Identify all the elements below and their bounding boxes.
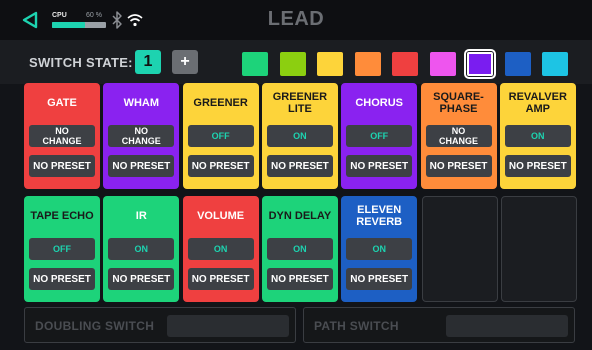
- block-name: GREENER LITE: [272, 91, 328, 115]
- block-state-button[interactable]: OFF: [29, 238, 95, 260]
- color-swatch[interactable]: [464, 49, 496, 79]
- path-switch-control[interactable]: PATH SWITCH: [303, 307, 575, 343]
- block-name: REVALVER AMP: [508, 91, 567, 115]
- block-tile[interactable]: DYN DELAY ON NO PRESET: [261, 196, 338, 302]
- switch-state-label: SWITCH STATE:: [29, 55, 133, 70]
- block-tile[interactable]: CHORUS OFF NO PRESET: [341, 83, 418, 189]
- empty-tile[interactable]: [501, 196, 577, 302]
- block-preset-button[interactable]: NO PRESET: [425, 155, 492, 177]
- block-tile[interactable]: GREENER OFF NO PRESET: [182, 83, 259, 189]
- block-state-button[interactable]: NO CHANGE: [29, 125, 95, 147]
- block-preset-button[interactable]: NO PRESET: [187, 268, 254, 290]
- doubling-switch-control[interactable]: DOUBLING SWITCH: [24, 307, 296, 343]
- block-state-button[interactable]: ON: [504, 125, 571, 147]
- doubling-switch-field[interactable]: [167, 315, 289, 337]
- block-tile[interactable]: IR ON NO PRESET: [103, 196, 180, 302]
- top-bar: CPU 60 % LEAD: [0, 0, 592, 40]
- add-switch-state-button[interactable]: +: [172, 50, 198, 74]
- block-name: VOLUME: [197, 210, 245, 222]
- block-state-button[interactable]: OFF: [187, 125, 254, 147]
- block-tile[interactable]: ELEVEN REVERB ON NO PRESET: [341, 196, 418, 302]
- block-preset-button[interactable]: NO PRESET: [108, 268, 175, 290]
- block-name: TAPE ECHO: [30, 210, 94, 222]
- block-name: DYN DELAY: [268, 210, 332, 222]
- block-tile[interactable]: GATE NO CHANGE NO PRESET: [24, 83, 100, 189]
- color-swatch[interactable]: [279, 52, 306, 76]
- block-name: ELEVEN REVERB: [356, 204, 403, 228]
- block-name: WHAM: [123, 97, 160, 109]
- block-preset-button[interactable]: NO PRESET: [266, 268, 333, 290]
- block-preset-button[interactable]: NO PRESET: [108, 155, 175, 177]
- doubling-switch-label: DOUBLING SWITCH: [35, 319, 155, 333]
- block-preset-button[interactable]: NO PRESET: [346, 268, 413, 290]
- block-preset-button[interactable]: NO PRESET: [266, 155, 333, 177]
- block-state-button[interactable]: NO CHANGE: [425, 125, 492, 147]
- block-state-button[interactable]: ON: [266, 125, 333, 147]
- block-tile[interactable]: SQUARE- PHASE NO CHANGE NO PRESET: [420, 83, 497, 189]
- path-switch-field[interactable]: [446, 315, 568, 337]
- block-name: IR: [135, 210, 147, 222]
- block-state-button[interactable]: ON: [187, 238, 254, 260]
- color-swatch[interactable]: [242, 52, 268, 76]
- block-state-button[interactable]: ON: [266, 238, 333, 260]
- block-state-button[interactable]: NO CHANGE: [108, 125, 175, 147]
- block-name: GREENER: [193, 97, 248, 109]
- block-state-button[interactable]: ON: [108, 238, 175, 260]
- switch-state-number-button[interactable]: 1: [135, 50, 161, 74]
- block-preset-button[interactable]: NO PRESET: [187, 155, 254, 177]
- path-switch-label: PATH SWITCH: [314, 319, 399, 333]
- block-tile[interactable]: TAPE ECHO OFF NO PRESET: [24, 196, 100, 302]
- color-swatch[interactable]: [504, 52, 531, 76]
- color-swatch[interactable]: [429, 52, 456, 76]
- block-name: GATE: [47, 97, 77, 109]
- color-swatch[interactable]: [392, 52, 418, 76]
- block-state-button[interactable]: ON: [346, 238, 413, 260]
- block-preset-button[interactable]: NO PRESET: [504, 155, 571, 177]
- block-tile[interactable]: GREENER LITE ON NO PRESET: [261, 83, 338, 189]
- color-swatch[interactable]: [354, 52, 381, 76]
- block-name: SQUARE- PHASE: [433, 91, 484, 115]
- block-tile[interactable]: VOLUME ON NO PRESET: [182, 196, 259, 302]
- block-tile[interactable]: WHAM NO CHANGE NO PRESET: [103, 83, 180, 189]
- block-preset-button[interactable]: NO PRESET: [346, 155, 413, 177]
- page-title: LEAD: [267, 8, 325, 30]
- block-preset-button[interactable]: NO PRESET: [29, 268, 95, 290]
- empty-tile[interactable]: [422, 196, 498, 302]
- color-swatch[interactable]: [317, 52, 343, 76]
- color-swatch[interactable]: [542, 52, 568, 76]
- block-tile[interactable]: REVALVER AMP ON NO PRESET: [499, 83, 576, 189]
- block-name: CHORUS: [355, 97, 404, 109]
- block-preset-button[interactable]: NO PRESET: [29, 155, 95, 177]
- block-state-button[interactable]: OFF: [346, 125, 413, 147]
